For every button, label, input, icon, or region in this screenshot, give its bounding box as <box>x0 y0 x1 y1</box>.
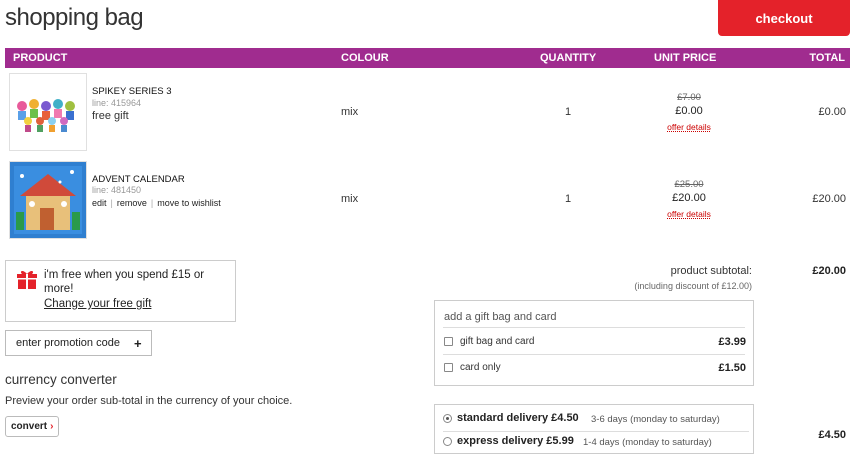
delivery-value: £4.50 <box>818 429 846 441</box>
express-delivery-option[interactable]: express delivery £5.99 1-4 days (monday … <box>443 435 749 451</box>
delivery-label: standard delivery £4.50 <box>457 412 579 424</box>
chevron-right-icon: › <box>50 421 54 432</box>
product-quantity[interactable]: 1 <box>565 193 571 205</box>
free-gift-box: i'm free when you spend £15 or more! Cha… <box>5 260 236 322</box>
move-to-wishlist-link[interactable]: move to wishlist <box>157 198 221 208</box>
was-price: £25.00 <box>674 179 704 190</box>
free-gift-note: free gift <box>92 110 129 122</box>
remove-link[interactable]: remove <box>117 198 147 208</box>
gift-bag-panel: add a gift bag and card gift bag and car… <box>434 300 754 386</box>
delivery-detail: 1-4 days (monday to saturday) <box>583 437 712 448</box>
promo-label: enter promotion code <box>16 337 120 349</box>
separator: | <box>110 198 113 208</box>
product-line: line: 481450 <box>92 185 142 195</box>
free-gift-text: i'm free when you spend £15 or more! <box>44 269 205 295</box>
product-quantity[interactable]: 1 <box>565 106 571 118</box>
col-unit-price: UNIT PRICE <box>654 52 717 64</box>
col-total: TOTAL <box>809 52 845 64</box>
col-quantity: QUANTITY <box>540 52 597 64</box>
product-image-advent[interactable] <box>9 161 87 239</box>
option-price: £3.99 <box>718 336 746 348</box>
option-price: £1.50 <box>718 362 746 374</box>
delivery-panel: standard delivery £4.50 3-6 days (monday… <box>434 404 754 454</box>
delivery-detail: 3-6 days (monday to saturday) <box>591 414 720 425</box>
gift-panel-title: add a gift bag and card <box>444 311 557 323</box>
col-product: PRODUCT <box>13 52 68 64</box>
currency-converter-desc: Preview your order sub-total in the curr… <box>5 395 293 407</box>
divider <box>443 354 745 355</box>
unit-price: £20.00 <box>672 192 706 204</box>
gift-icon <box>16 268 38 290</box>
subtotal-value: £20.00 <box>812 265 846 277</box>
edit-link[interactable]: edit <box>92 198 107 208</box>
card-only-option[interactable]: card only £1.50 <box>444 361 746 377</box>
option-label: card only <box>460 362 501 373</box>
table-row: SPIKEY SERIES 3 line: 415964 free gift m… <box>5 70 850 156</box>
separator: | <box>150 198 154 208</box>
currency-converter-title: currency converter <box>5 372 117 387</box>
checkout-button[interactable]: checkout <box>718 0 850 36</box>
convert-button[interactable]: convert › <box>5 416 60 437</box>
standard-delivery-radio[interactable] <box>443 414 452 423</box>
row-actions: edit | remove | move to wishlist <box>92 198 221 208</box>
offer-details-link[interactable]: offer details <box>654 122 724 132</box>
offer-details-link[interactable]: offer details <box>654 209 724 219</box>
table-row: ADVENT CALENDAR line: 481450 edit | remo… <box>5 158 850 244</box>
divider <box>443 431 749 432</box>
product-colour: mix <box>341 106 359 118</box>
product-line: line: 415964 <box>92 98 142 108</box>
delivery-label: express delivery £5.99 <box>457 435 574 447</box>
product-colour: mix <box>341 193 359 205</box>
product-name[interactable]: ADVENT CALENDAR <box>92 174 185 185</box>
unit-price: £0.00 <box>675 105 703 117</box>
express-delivery-radio[interactable] <box>443 437 452 446</box>
plus-icon: + <box>133 335 142 351</box>
page-title: shopping bag <box>5 4 144 31</box>
product-name[interactable]: SPIKEY SERIES 3 <box>92 86 172 97</box>
col-colour: COLOUR <box>341 52 389 64</box>
gift-bag-and-card-option[interactable]: gift bag and card £3.99 <box>444 335 746 351</box>
was-price: £7.00 <box>677 92 701 103</box>
gift-bag-checkbox[interactable] <box>444 337 453 346</box>
product-image-spikey[interactable] <box>9 73 87 151</box>
promotion-code-toggle[interactable]: enter promotion code + <box>5 330 152 356</box>
subtotal-label: product subtotal: <box>670 265 752 277</box>
divider <box>443 327 745 328</box>
card-only-checkbox[interactable] <box>444 363 453 372</box>
option-label: gift bag and card <box>460 336 535 347</box>
change-free-gift-link[interactable]: Change your free gift <box>44 298 151 310</box>
row-total: £0.00 <box>818 106 846 118</box>
convert-label: convert <box>11 421 48 432</box>
discount-note: (including discount of £12.00) <box>634 281 752 291</box>
standard-delivery-option[interactable]: standard delivery £4.50 3-6 days (monday… <box>443 412 749 428</box>
table-header: PRODUCT COLOUR QUANTITY UNIT PRICE TOTAL <box>5 48 850 68</box>
row-total: £20.00 <box>812 193 846 205</box>
